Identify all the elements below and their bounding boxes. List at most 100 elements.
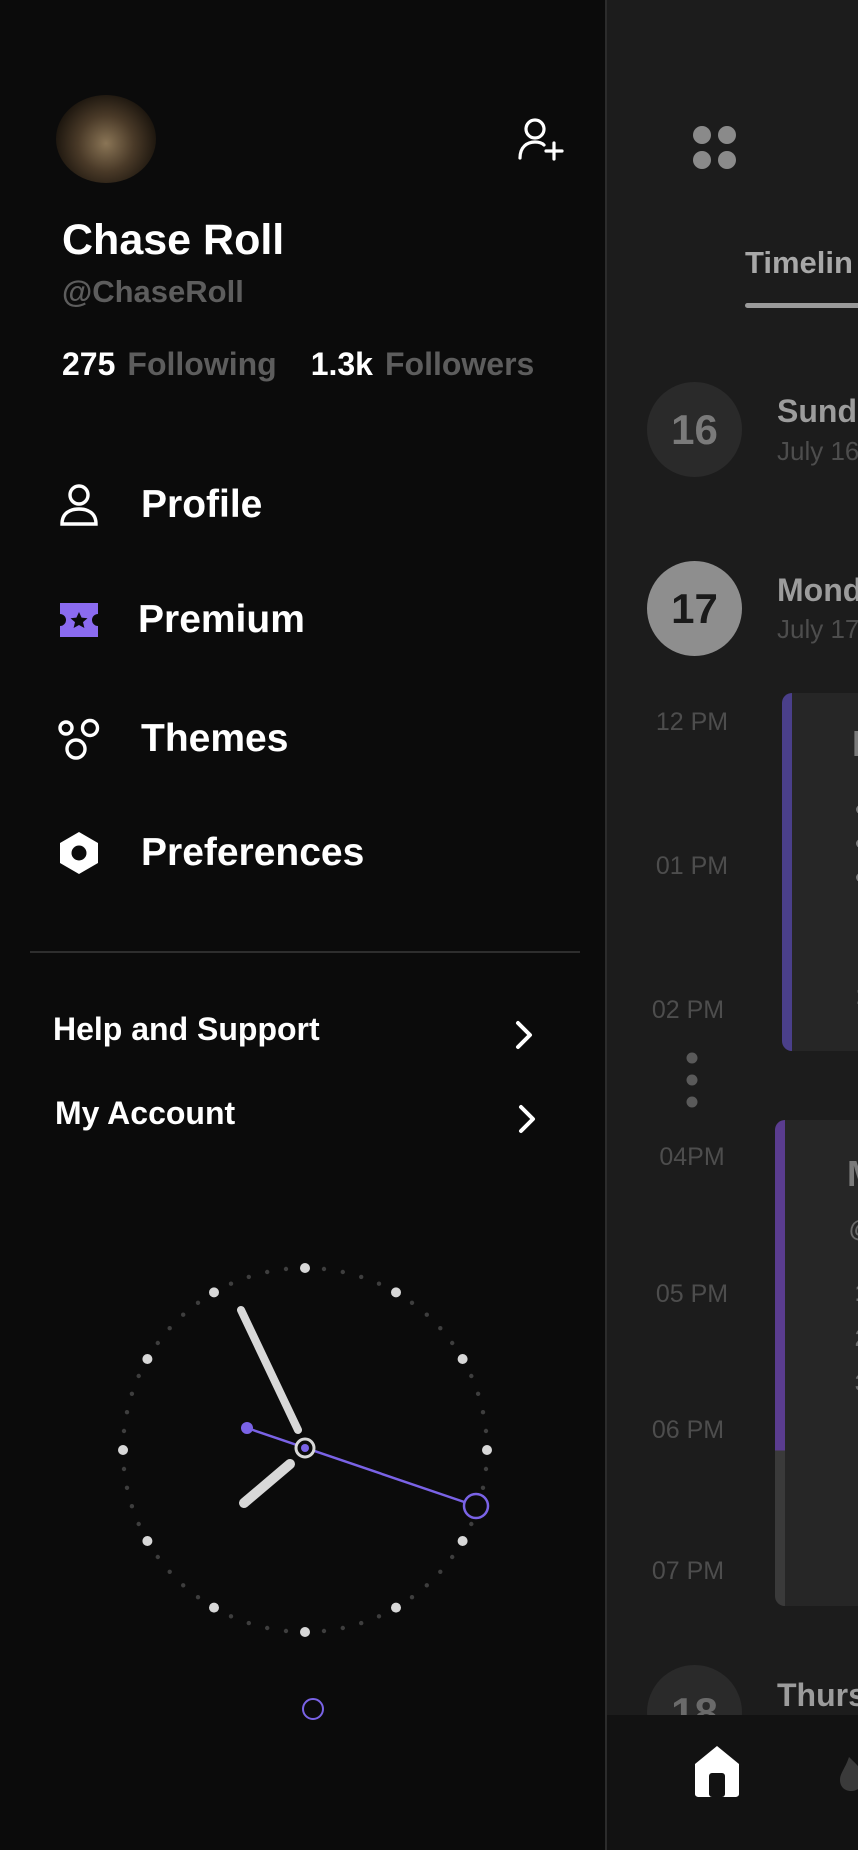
menu-item-themes[interactable]: Themes	[0, 704, 560, 774]
day-number[interactable]: 16	[647, 382, 742, 477]
clock-tick	[321, 1266, 327, 1272]
clock-tick	[129, 1504, 135, 1509]
clock-tick	[124, 1410, 130, 1415]
clock-tick	[424, 1583, 429, 1588]
clock-tick	[450, 1340, 455, 1346]
grid-icon[interactable]	[689, 122, 741, 174]
clock-tick	[450, 1554, 455, 1560]
clock-tick	[391, 1602, 401, 1613]
time-label: 04PM	[659, 1143, 725, 1171]
followers-count: 1.3k	[310, 346, 373, 382]
home-icon[interactable]	[692, 1743, 742, 1799]
tab-timeline[interactable]: Timelin	[745, 245, 853, 281]
navigation-drawer: Chase Roll @ChaseRoll 275 Following 1.3k Fo…	[0, 0, 605, 1850]
menu-item-label: Profile	[141, 483, 263, 526]
followers-label: Followers	[384, 346, 535, 382]
clock-tick	[376, 1281, 382, 1286]
clock-tick	[209, 1602, 219, 1613]
link-label: Help and Support	[53, 1011, 320, 1047]
clock-tick	[155, 1554, 160, 1560]
clock-tick	[142, 1536, 153, 1546]
day-name: Sund	[777, 393, 857, 429]
circles-icon	[58, 718, 100, 760]
clock-tick	[340, 1269, 345, 1275]
clock-tick	[483, 1466, 489, 1472]
clock-tick	[246, 1274, 251, 1280]
clock-tick	[424, 1312, 429, 1317]
clock-tick	[228, 1281, 234, 1286]
clock-tick	[391, 1287, 401, 1298]
clock-tick	[438, 1569, 443, 1574]
clock-minute-hand	[237, 1306, 302, 1434]
following-link[interactable]: 275 Following	[62, 346, 277, 382]
event-location: @	[849, 1216, 858, 1244]
clock-tick	[121, 1466, 127, 1472]
event-title: M	[847, 1153, 858, 1195]
profile-name: Chase Roll	[62, 216, 285, 264]
event-card[interactable]: M @ 1 2 3	[775, 1120, 858, 1606]
event-card[interactable]: H 1	[782, 693, 858, 1051]
time-label: 01 PM	[655, 852, 729, 880]
time-label: 12 PM	[655, 708, 729, 736]
page-indicator[interactable]	[302, 1698, 324, 1720]
clock-tick	[142, 1354, 153, 1364]
following-count: 275	[62, 346, 116, 382]
event-color-bar	[782, 693, 792, 1051]
clock-tick	[283, 1266, 289, 1272]
day-number-selected[interactable]: 17	[647, 561, 742, 656]
time-label: 06 PM	[651, 1416, 725, 1444]
clock-tick	[300, 1263, 310, 1273]
clock-tick	[457, 1354, 468, 1364]
clock-tick	[155, 1340, 160, 1346]
clock-tick	[195, 1300, 201, 1305]
day-date: July 16	[777, 436, 858, 466]
clock-tick	[300, 1627, 310, 1637]
menu-item-profile[interactable]: Profile	[0, 470, 560, 540]
menu-item-label: Premium	[138, 598, 305, 641]
chevron-right-icon	[519, 1105, 535, 1133]
clock-tick	[482, 1445, 492, 1455]
help-and-support-link[interactable]: Help and Support	[0, 1011, 560, 1061]
clock-second-tip	[462, 1492, 490, 1520]
time-label: 07 PM	[651, 1557, 725, 1585]
menu-item-premium[interactable]: Premium	[0, 585, 560, 655]
clock-tick	[265, 1625, 270, 1631]
clock-tick	[129, 1391, 135, 1396]
clock-tick	[209, 1287, 219, 1298]
clock-tick	[480, 1485, 486, 1490]
my-account-link[interactable]: My Account	[0, 1095, 560, 1145]
nav-icon-partial[interactable]	[837, 1753, 858, 1793]
settings-hexagon-icon	[60, 832, 98, 874]
menu-item-preferences[interactable]: Preferences	[0, 818, 560, 888]
clock-tick	[483, 1428, 489, 1434]
day-name: Thurs	[777, 1677, 858, 1713]
clock-tick	[181, 1312, 186, 1317]
day-date: July 17	[777, 614, 858, 644]
event-title: H	[852, 723, 858, 765]
clock-tick	[376, 1614, 382, 1619]
analog-clock	[118, 1263, 492, 1637]
more-vertical-icon[interactable]	[685, 1050, 699, 1110]
clock-tick	[136, 1373, 141, 1379]
add-user-icon[interactable]	[516, 116, 564, 164]
clock-center-dot	[301, 1444, 309, 1452]
clock-tick	[321, 1628, 327, 1634]
clock-tick	[359, 1274, 364, 1280]
event-color-bar	[775, 1120, 785, 1606]
chevron-right-icon	[516, 1021, 532, 1049]
clock-tick	[475, 1391, 481, 1396]
link-label: My Account	[55, 1095, 236, 1131]
menu-item-label: Themes	[141, 717, 289, 760]
profile-handle: @ChaseRoll	[62, 274, 244, 309]
clock-tick	[265, 1269, 270, 1275]
divider	[30, 951, 580, 953]
avatar[interactable]	[56, 95, 156, 183]
followers-link[interactable]: 1.3k Followers	[311, 346, 535, 382]
clock-tick	[118, 1445, 128, 1455]
following-label: Following	[127, 346, 277, 382]
clock-tick	[121, 1428, 127, 1434]
clock-tick	[124, 1485, 130, 1490]
timeline-panel: Timelin 16 Sund July 16 17 Mond July 17 …	[605, 0, 858, 1850]
day-name: Mond	[777, 572, 858, 608]
time-label: 02 PM	[651, 996, 725, 1024]
